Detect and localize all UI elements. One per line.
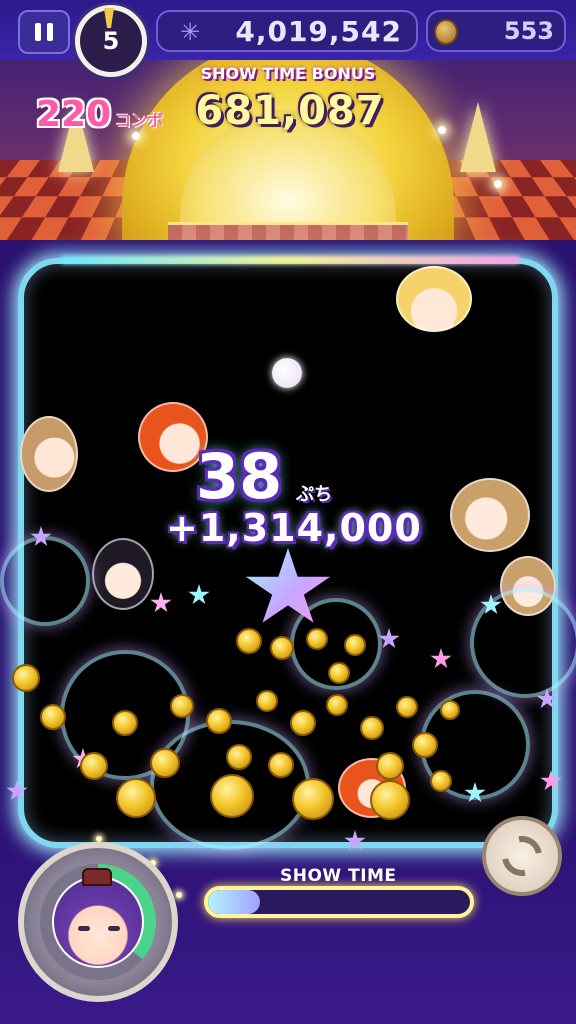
show-time-label: SHOW TIME xyxy=(280,866,397,886)
combo-counter: 220 コンボ xyxy=(36,94,163,135)
coin-icon xyxy=(290,710,316,736)
coin-icon xyxy=(112,710,138,736)
chain-count: 38 xyxy=(196,440,283,513)
coin-icon xyxy=(370,780,410,820)
coin-icon xyxy=(170,694,194,718)
coin-icon xyxy=(116,778,156,818)
combo-count: 220 xyxy=(36,94,112,135)
coin-icon xyxy=(270,636,294,660)
shuffle-button[interactable] xyxy=(482,816,562,896)
coin-icon xyxy=(440,700,460,720)
coin-icon xyxy=(256,690,278,712)
total-score-value: 4,019,542 xyxy=(235,14,402,48)
coin-icon xyxy=(12,664,40,692)
coin-icon xyxy=(292,778,334,820)
show-time-bonus-label: SHOW TIME BONUS xyxy=(200,64,376,83)
tsum-character[interactable] xyxy=(20,416,78,492)
coin-icon xyxy=(226,744,252,770)
chain-score: +1,314,000 xyxy=(166,506,422,550)
snowflake-icon: ✳ xyxy=(180,18,202,46)
hat-icon xyxy=(82,868,112,886)
coin-icon xyxy=(430,770,452,792)
player-level: 5 xyxy=(102,27,120,55)
tsum-character[interactable] xyxy=(396,266,472,332)
bubble-ball xyxy=(272,358,302,388)
coin-count: 553 xyxy=(503,17,554,45)
coin-icon xyxy=(40,704,66,730)
coin-icon xyxy=(434,19,458,45)
show-time-gauge xyxy=(204,886,474,918)
coin-icon xyxy=(80,752,108,780)
coin-icon xyxy=(360,716,384,740)
tsum-character[interactable] xyxy=(450,478,530,552)
coin-icon xyxy=(326,694,348,716)
coin-icon xyxy=(206,708,232,734)
coin-icon xyxy=(376,752,404,780)
coin-icon xyxy=(268,752,294,778)
level-flag-icon xyxy=(104,8,114,28)
combo-unit: コンボ xyxy=(115,111,164,130)
coin-icon xyxy=(306,628,328,650)
coin-icon xyxy=(150,748,180,778)
chain-unit: ぷち xyxy=(296,484,333,505)
shuffle-icon xyxy=(494,828,550,884)
pause-button[interactable] xyxy=(18,10,70,54)
coin-icon xyxy=(236,628,262,654)
show-time-gauge-fill xyxy=(208,890,261,914)
total-score: ✳ 4,019,542 xyxy=(156,10,418,52)
stage-platform xyxy=(168,222,408,240)
coin-icon xyxy=(210,774,254,818)
coin-icon xyxy=(396,696,418,718)
skill-character-avatar[interactable] xyxy=(52,868,144,968)
coin-icon xyxy=(412,732,438,758)
coin-icon xyxy=(344,634,366,656)
tsum-character[interactable] xyxy=(92,538,154,610)
pause-icon xyxy=(35,23,41,41)
coin-counter: 553 xyxy=(426,10,566,52)
coin-icon xyxy=(328,662,350,684)
